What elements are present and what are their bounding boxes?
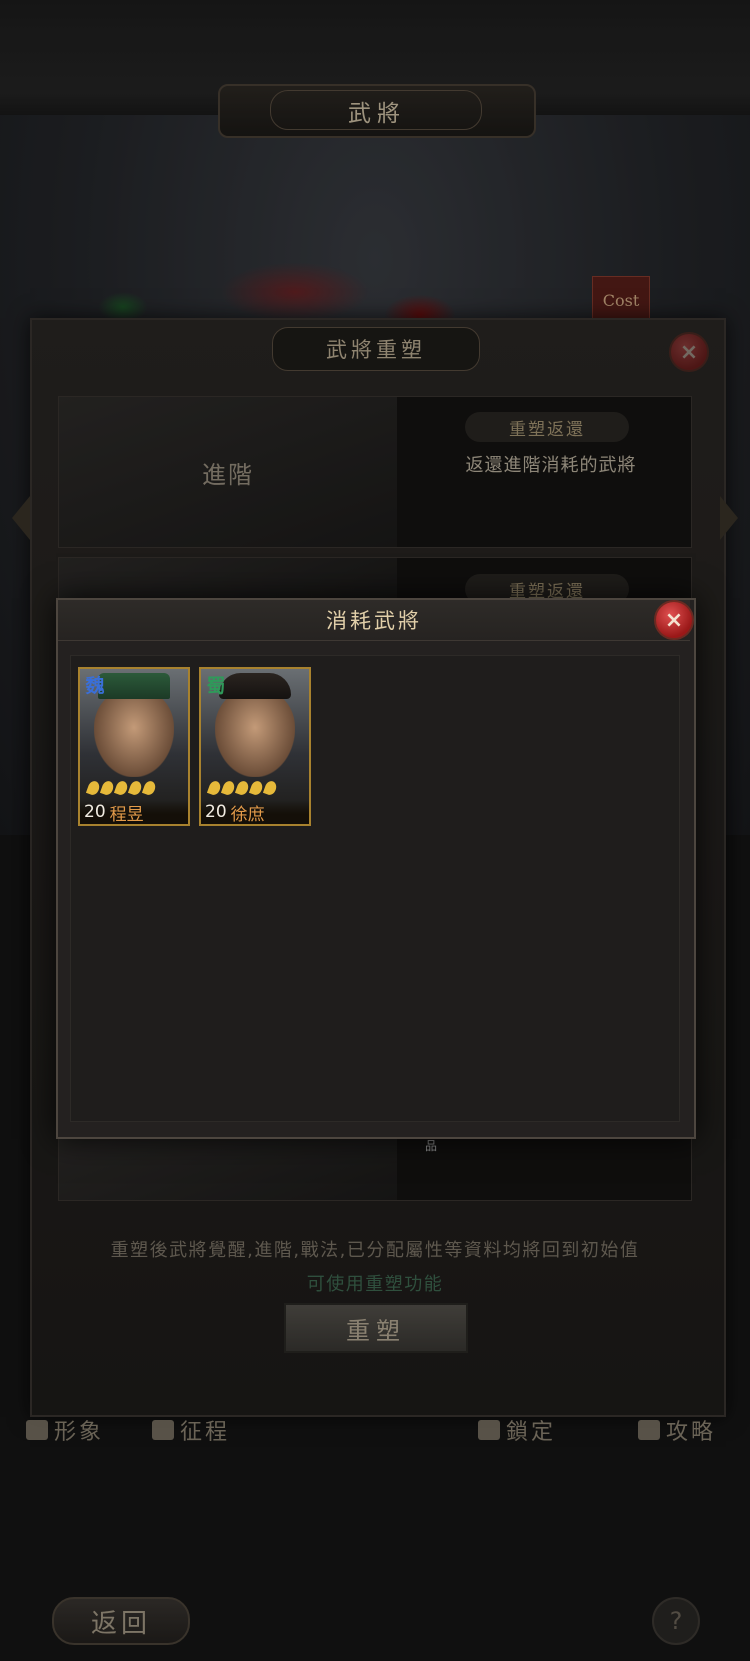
star-icon [113, 779, 130, 797]
general-card[interactable]: 魏 20 程昱 [78, 667, 190, 826]
general-card[interactable]: 蜀 20 徐庶 [199, 667, 311, 826]
close-icon: × [664, 607, 684, 633]
star-rating [206, 779, 279, 797]
general-portrait-hair [219, 673, 291, 699]
star-icon [248, 779, 265, 797]
general-name: 程昱 [109, 804, 144, 825]
consume-dialog-title: 消耗武將 [326, 609, 422, 633]
consume-dialog-header: 消耗武將 [58, 600, 690, 641]
star-icon [127, 779, 144, 797]
general-level: 20 [84, 802, 106, 822]
card-footer: 20 徐庶 [201, 800, 309, 825]
card-footer: 20 程昱 [80, 800, 188, 825]
general-portrait-hat [98, 673, 170, 699]
general-name: 徐庶 [230, 804, 265, 825]
star-icon [262, 779, 279, 797]
faction-badge: 魏 [85, 674, 105, 697]
consume-dialog-close-button[interactable]: × [654, 600, 694, 640]
star-icon [141, 779, 158, 797]
star-icon [99, 779, 116, 797]
general-level: 20 [205, 802, 227, 822]
star-rating [85, 779, 158, 797]
star-icon [85, 779, 102, 797]
general-portrait [215, 687, 295, 777]
star-icon [206, 779, 223, 797]
faction-badge: 蜀 [206, 674, 226, 697]
star-icon [234, 779, 251, 797]
general-portrait [94, 687, 174, 777]
star-icon [220, 779, 237, 797]
